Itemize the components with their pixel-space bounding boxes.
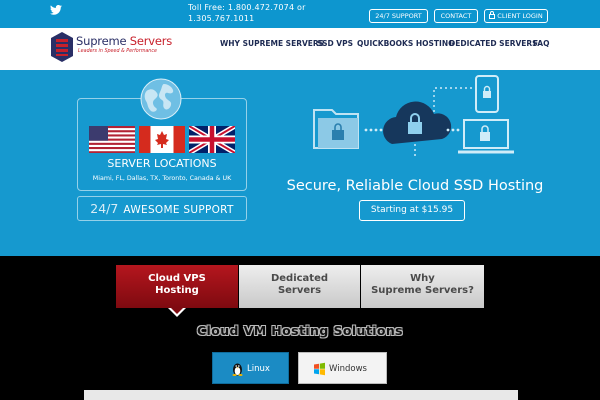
nav-ssd-vps[interactable]: SSD VPS <box>317 39 353 48</box>
secure-cloud-illustration <box>313 75 514 158</box>
nav-dedicated-servers[interactable]: DEDICATED SERVERS <box>449 39 538 48</box>
windows-button[interactable]: Windows <box>298 352 387 384</box>
tab-dedicated-servers[interactable]: Dedicated Servers <box>239 265 360 308</box>
tab-label-line2: Hosting <box>155 285 199 296</box>
tab-label-line1: Why <box>410 273 435 284</box>
lock-icon <box>489 11 496 19</box>
logo-name-part1: Supreme <box>76 34 127 48</box>
logo-tagline: Leaders in Speed & Performance <box>78 49 157 54</box>
folder-lock-icon <box>313 109 359 149</box>
server-locations-title: SERVER LOCATIONS <box>107 157 217 170</box>
twitter-icon[interactable] <box>50 5 62 15</box>
support-247: 24/7 <box>90 201 119 216</box>
tab-label-line1: Cloud VPS <box>148 273 206 284</box>
nav-faq[interactable]: FAQ <box>533 39 549 48</box>
us-flag-icon <box>89 126 135 153</box>
tab-label-line1: Dedicated <box>270 273 329 284</box>
cloud-lock-icon <box>383 101 452 158</box>
support-banner: 24/7 AWESOME SUPPORT <box>77 196 247 221</box>
globe-icon <box>140 78 182 120</box>
windows-label: Windows <box>329 364 367 374</box>
toll-free-line-2: 1.305.767.1011 <box>188 14 255 23</box>
logo-name: Supreme Servers <box>76 34 172 48</box>
support-text: AWESOME SUPPORT <box>123 204 234 216</box>
hosting-tabs: Cloud VPS Hosting Dedicated Servers Why … <box>116 265 484 308</box>
tab-cloud-vps-hosting[interactable]: Cloud VPS Hosting <box>116 265 238 308</box>
linux-tux-icon <box>232 363 243 376</box>
logo-name-part2: Servers <box>129 34 173 48</box>
top-bar: Toll Free: 1.800.472.7074 or 1.305.767.1… <box>0 0 600 28</box>
server-logo-icon <box>51 32 73 62</box>
solutions-title: Cloud VM Hosting Solutions <box>196 323 404 338</box>
server-locations-cities: Miami, FL, Dallas, TX, Toronto, Canada &… <box>92 175 232 182</box>
windows-logo-icon <box>314 362 325 376</box>
laptop-lock-icon <box>458 119 514 154</box>
starting-price-button[interactable]: Starting at $15.95 <box>359 200 465 221</box>
linux-label: Linux <box>247 364 270 374</box>
active-tab-indicator <box>168 308 186 317</box>
uk-flag-icon <box>189 126 235 153</box>
canada-flag-icon <box>139 126 185 153</box>
nav-why-supreme-servers[interactable]: WHY SUPREME SERVERS <box>220 39 324 48</box>
client-login-button[interactable]: CLIENT LOGIN <box>484 9 548 23</box>
toll-free-phone: Toll Free: 1.800.472.7074 or 1.305.767.1… <box>188 2 306 24</box>
tab-label-line2: Servers <box>277 285 322 296</box>
site-header: Supreme Servers Leaders in Speed & Perfo… <box>0 28 600 70</box>
logo[interactable]: Supreme Servers Leaders in Speed & Perfo… <box>51 32 181 66</box>
nav-quickbooks-hosting[interactable]: QUICKBOOKS HOSTING <box>357 39 454 48</box>
phone-lock-icon <box>475 75 499 113</box>
hero-headline: Secure, Reliable Cloud SSD Hosting <box>286 178 544 194</box>
linux-button[interactable]: Linux <box>212 352 289 384</box>
tab-label-line2: Supreme Servers? <box>371 285 474 296</box>
contact-button[interactable]: CONTACT <box>434 9 478 23</box>
client-login-label: CLIENT LOGIN <box>497 12 543 20</box>
tab-why-supreme-servers[interactable]: Why Supreme Servers? <box>361 265 484 308</box>
support-button[interactable]: 24/7 SUPPORT <box>369 9 428 23</box>
content-panel <box>84 390 518 400</box>
toll-free-line-1: Toll Free: 1.800.472.7074 or <box>188 3 306 12</box>
